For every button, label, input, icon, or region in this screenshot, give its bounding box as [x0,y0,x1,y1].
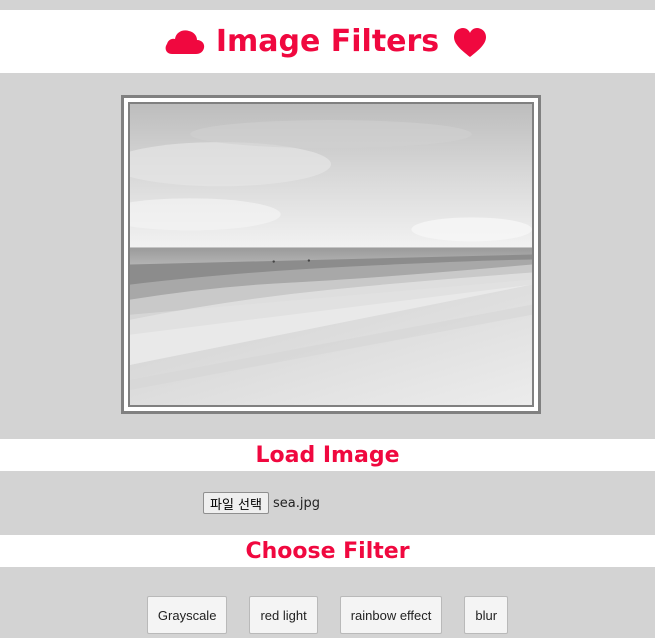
load-image-heading: Load Image [0,439,655,471]
image-preview [128,102,534,407]
file-input: 파일 선택 sea.jpg [203,492,320,514]
heart-icon [449,26,491,58]
rainbow-effect-button[interactable]: rainbow effect [339,596,443,634]
file-name-label: sea.jpg [272,495,320,511]
choose-filter-heading: Choose Filter [0,535,655,567]
choose-file-button[interactable]: 파일 선택 [203,492,269,514]
page-title-text: Image Filters [215,24,440,59]
blur-button[interactable]: blur [464,596,509,634]
page: Image Filters Load Image 파일 선택 sea.jpg C… [0,0,655,638]
header-band: Image Filters [0,10,655,73]
grayscale-button[interactable]: Grayscale [146,596,228,634]
cloud-icon [164,26,206,58]
filter-button-row: Grayscale red light rainbow effect blur [0,596,655,634]
red-light-button[interactable]: red light [249,596,318,634]
page-title: Image Filters [164,24,491,59]
image-preview-frame [121,95,541,414]
